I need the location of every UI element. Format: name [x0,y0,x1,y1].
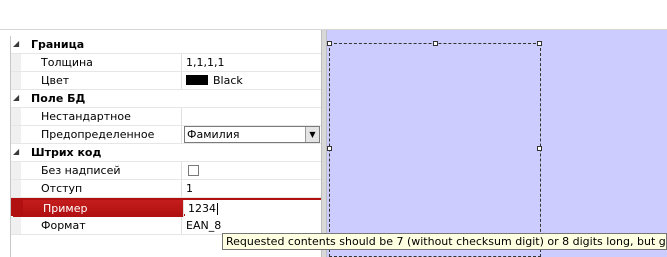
property-name: Пример [23,200,184,217]
row-gutter [11,108,21,125]
chevron-down-icon[interactable]: ▼ [305,127,319,142]
category-border[interactable]: ◢ Граница [11,36,322,54]
selected-element-frame[interactable] [327,41,542,257]
resize-handle[interactable] [327,146,332,151]
property-name: Без надписей [21,162,182,179]
property-grid: ◢ Граница Толщина 1,1,1,1 Цвет Black ◢ П… [10,36,324,257]
predefined-select[interactable]: Фамилия ▼ [184,126,320,143]
property-row-custom[interactable]: Нестандартное [11,108,322,126]
property-value[interactable]: EAN_8 [183,217,322,234]
property-row-indent[interactable]: Отступ 1 [11,180,322,198]
select-value: Фамилия [187,128,240,141]
resize-handle[interactable] [537,41,542,46]
property-name: Толщина [21,54,182,71]
row-gutter [11,54,21,71]
category-db-field[interactable]: ◢ Поле БД [11,90,322,108]
property-value[interactable]: Black [183,72,322,89]
property-name: Нестандартное [21,108,182,125]
collapse-triangle-icon[interactable]: ◢ [13,93,21,103]
property-value[interactable]: 1 [183,180,322,197]
toolbar-area [0,0,667,30]
row-gutter [11,126,21,143]
property-row-predefined[interactable]: Предопределенное Фамилия ▼ [11,126,322,144]
category-label: Граница [31,38,85,51]
category-label: Штрих код [31,146,102,159]
collapse-triangle-icon[interactable]: ◢ [13,147,21,157]
row-gutter [11,162,21,179]
resize-handle[interactable] [537,146,542,151]
resize-handle[interactable] [327,41,332,46]
text-caret [217,203,218,215]
property-value[interactable] [183,108,322,125]
design-surface[interactable] [327,30,667,257]
no-labels-checkbox[interactable] [188,165,199,176]
example-input[interactable]: 1234 [185,200,324,217]
collapse-triangle-icon[interactable]: ◢ [13,39,21,49]
color-name: Black [213,74,243,87]
category-barcode[interactable]: ◢ Штрих код [11,144,322,162]
row-gutter [11,217,21,234]
property-row-no-labels[interactable]: Без надписей [11,162,322,180]
property-name: Отступ [21,180,182,197]
color-swatch [186,75,208,85]
property-name: Предопределенное [21,126,182,143]
property-row-color[interactable]: Цвет Black [11,72,322,90]
property-row-example[interactable]: Пример 1234 [11,198,324,217]
property-row-thickness[interactable]: Толщина 1,1,1,1 [11,54,322,72]
row-gutter [11,72,21,89]
resize-handle[interactable] [433,41,438,46]
property-name: Цвет [21,72,182,89]
property-name: Формат [21,217,182,234]
row-gutter [13,200,23,217]
row-gutter [11,180,21,197]
category-label: Поле БД [31,92,86,105]
validation-tooltip: Requested contents should be 7 (without … [222,233,667,250]
input-value: 1234 [188,202,216,215]
property-value[interactable]: 1,1,1,1 [183,54,322,71]
